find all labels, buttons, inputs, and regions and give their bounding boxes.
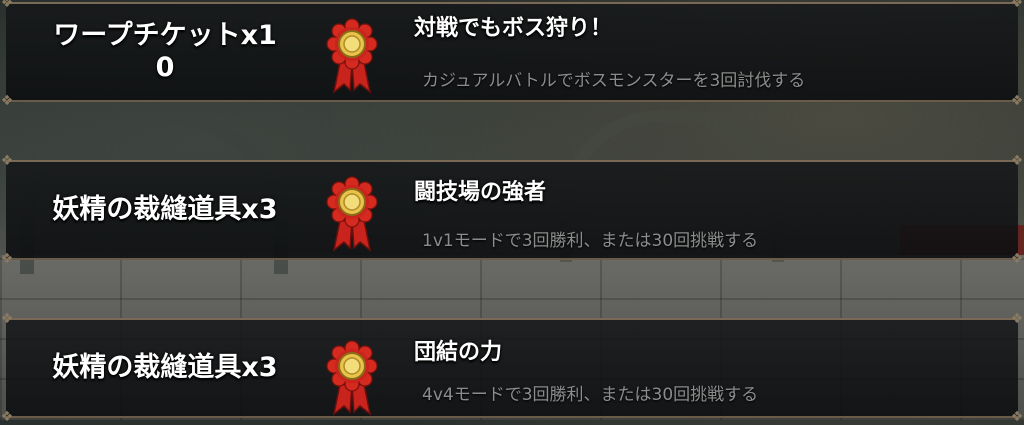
corner-ornament-icon: ❖ (1010, 0, 1024, 11)
mission-reward-line: 0 (155, 52, 175, 83)
mission-title: 団結の力 (414, 340, 503, 365)
corner-ornament-icon: ❖ (1010, 251, 1024, 267)
mission-reward: ワープチケットx1 0 (6, 4, 324, 100)
mission-description: カジュアルバトルでボスモンスターを3回討伐する (422, 71, 806, 91)
corner-ornament-icon: ❖ (1010, 311, 1024, 327)
corner-ornament-icon: ❖ (1010, 409, 1024, 425)
medal-icon (326, 18, 378, 94)
mission-description: 4v4モードで3回勝利、または30回挑戦する (422, 385, 759, 405)
mission-title: 闘技場の強者 (414, 180, 547, 205)
mission-row[interactable]: ❖ ❖ ❖ ❖ ワープチケットx1 0 対戦でもボス狩り！ カジュアルバトルでボ… (1, 0, 1024, 108)
mission-title: 対戦でもボス狩り！ (414, 16, 613, 41)
corner-ornament-icon: ❖ (1010, 93, 1024, 109)
mission-row[interactable]: ❖ ❖ ❖ ❖ 妖精の裁縫道具x3 闘技場の強者 1v1モードで3回勝利、または… (1, 154, 1024, 266)
mission-reward: 妖精の裁縫道具x3 (52, 194, 278, 225)
mission-description: 1v1モードで3回勝利、または30回挑戦する (422, 231, 759, 251)
mission-reward: 妖精の裁縫道具x3 (52, 352, 278, 383)
medal-icon (326, 176, 378, 252)
medal-icon (326, 340, 378, 416)
mission-reward-line: ワープチケットx1 (53, 20, 277, 51)
corner-ornament-icon: ❖ (1010, 153, 1024, 169)
mission-row[interactable]: ❖ ❖ ❖ ❖ 妖精の裁縫道具x3 団結の力 4v4モードで3回勝利、または30… (1, 312, 1024, 424)
